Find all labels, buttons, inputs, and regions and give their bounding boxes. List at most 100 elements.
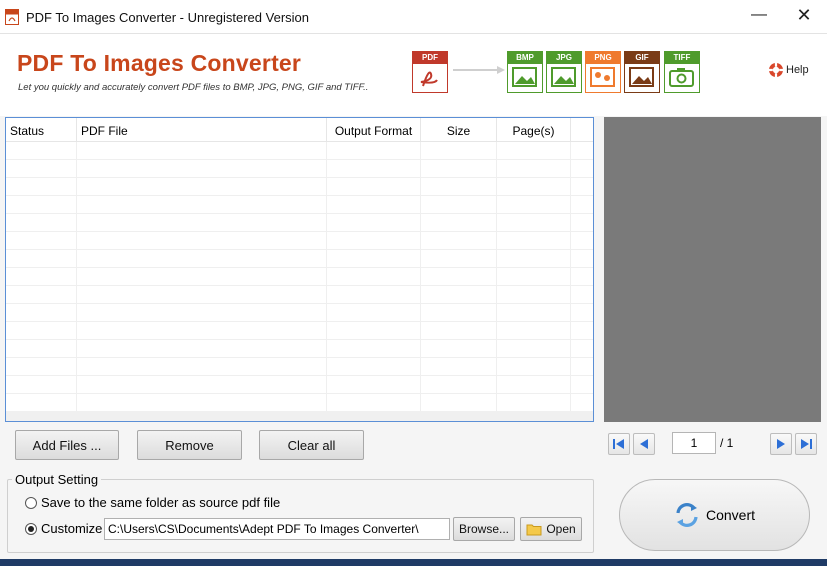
table-cell — [77, 376, 327, 393]
column-header-pages[interactable]: Page(s) — [497, 118, 571, 141]
clear-all-button[interactable]: Clear all — [259, 430, 364, 460]
table-cell — [497, 322, 571, 339]
previous-page-icon — [640, 439, 648, 449]
table-cell — [327, 142, 421, 159]
table-row — [6, 160, 593, 178]
table-cell — [327, 196, 421, 213]
table-row — [6, 286, 593, 304]
table-cell — [6, 340, 77, 357]
table-row — [6, 394, 593, 412]
previous-page-button[interactable] — [633, 433, 655, 455]
page-number-input[interactable]: 1 — [672, 432, 716, 454]
column-header-output-format[interactable]: Output Format — [327, 118, 421, 141]
table-cell — [327, 304, 421, 321]
table-cell — [6, 358, 77, 375]
app-name-heading: PDF To Images Converter — [17, 50, 302, 76]
output-path-input[interactable]: C:\Users\CS\Documents\Adept PDF To Image… — [104, 518, 450, 540]
table-cell — [327, 214, 421, 231]
help-link[interactable]: Help — [768, 62, 809, 78]
jpg-format-label: JPG — [547, 52, 581, 64]
close-button[interactable]: ✕ — [781, 0, 827, 30]
convert-button[interactable]: Convert — [619, 479, 810, 551]
image-icon — [551, 67, 576, 87]
refresh-icon — [676, 503, 698, 527]
table-cell — [327, 232, 421, 249]
table-cell — [571, 232, 593, 249]
table-horizontal-scrollbar[interactable] — [5, 411, 594, 422]
pdf-file-table[interactable]: Status PDF File Output Format Size Page(… — [5, 117, 594, 413]
table-cell — [497, 286, 571, 303]
folder-icon — [526, 524, 542, 535]
remove-button[interactable]: Remove — [137, 430, 242, 460]
column-header-size[interactable]: Size — [421, 118, 497, 141]
close-icon: ✕ — [796, 4, 812, 25]
image-icon — [629, 67, 654, 87]
table-header: Status PDF File Output Format Size Page(… — [6, 118, 593, 142]
table-cell — [571, 196, 593, 213]
table-cell — [77, 268, 327, 285]
table-cell — [421, 142, 497, 159]
table-cell — [77, 232, 327, 249]
help-label: Help — [786, 64, 809, 76]
jpg-format-icon: JPG — [546, 51, 582, 93]
window-titlebar: PDF To Images Converter - Unregistered V… — [0, 0, 827, 34]
first-page-icon — [613, 439, 624, 449]
table-row — [6, 268, 593, 286]
table-cell — [497, 340, 571, 357]
table-cell — [6, 142, 77, 159]
table-cell — [497, 178, 571, 195]
same-folder-radio[interactable] — [25, 497, 37, 509]
page-total-label: / 1 — [720, 436, 734, 450]
table-cell — [497, 268, 571, 285]
tiff-format-icon: TIFF — [664, 51, 700, 93]
table-row — [6, 376, 593, 394]
browse-button[interactable]: Browse... — [453, 517, 515, 541]
table-cell — [77, 196, 327, 213]
add-files-button[interactable]: Add Files ... — [15, 430, 119, 460]
table-cell — [77, 322, 327, 339]
table-cell — [497, 232, 571, 249]
customize-label[interactable]: Customize — [41, 521, 102, 536]
table-cell — [497, 304, 571, 321]
table-cell — [6, 232, 77, 249]
table-cell — [421, 322, 497, 339]
table-row — [6, 214, 593, 232]
same-folder-label[interactable]: Save to the same folder as source pdf fi… — [41, 495, 280, 510]
table-cell — [6, 196, 77, 213]
pdf-acrobat-glyph — [420, 71, 438, 87]
next-page-button[interactable] — [770, 433, 792, 455]
last-page-button[interactable] — [795, 433, 817, 455]
table-cell — [6, 322, 77, 339]
column-header-pdf-file[interactable]: PDF File — [77, 118, 327, 141]
table-cell — [421, 286, 497, 303]
table-row — [6, 250, 593, 268]
table-cell — [327, 250, 421, 267]
table-cell — [77, 160, 327, 177]
table-cell — [327, 322, 421, 339]
customize-radio[interactable] — [25, 523, 37, 535]
minimize-button[interactable]: — — [736, 0, 782, 30]
pdf-format-icon: PDF — [412, 51, 448, 93]
gif-format-icon: GIF — [624, 51, 660, 93]
output-setting-group — [7, 479, 594, 553]
column-header-status[interactable]: Status — [6, 118, 77, 141]
tiff-format-label: TIFF — [665, 52, 699, 64]
table-cell — [421, 250, 497, 267]
first-page-button[interactable] — [608, 433, 630, 455]
table-cell — [77, 304, 327, 321]
gif-format-label: GIF — [625, 52, 659, 64]
table-cell — [77, 250, 327, 267]
table-row — [6, 304, 593, 322]
window-title: PDF To Images Converter - Unregistered V… — [26, 10, 309, 25]
table-cell — [6, 268, 77, 285]
table-cell — [6, 160, 77, 177]
table-cell — [327, 160, 421, 177]
table-cell — [421, 394, 497, 411]
table-cell — [497, 160, 571, 177]
table-cell — [327, 340, 421, 357]
table-body[interactable] — [6, 142, 593, 412]
convert-label: Convert — [705, 507, 756, 523]
open-folder-button[interactable]: Open — [520, 517, 582, 541]
table-cell — [571, 394, 593, 411]
table-row — [6, 232, 593, 250]
